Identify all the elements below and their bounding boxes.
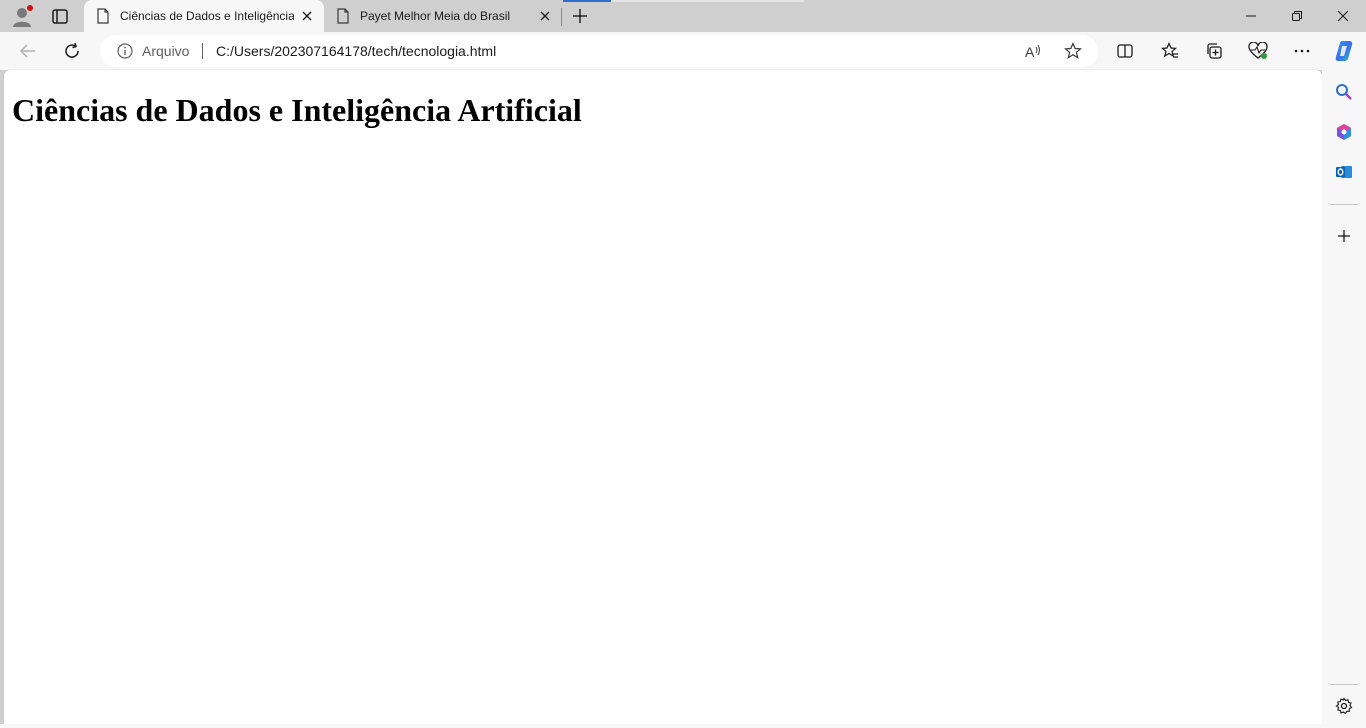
heart-pulse-icon[interactable] <box>1243 36 1273 66</box>
microsoft-365-icon[interactable] <box>1332 120 1356 144</box>
outlook-icon[interactable] <box>1332 160 1356 184</box>
new-tab-button[interactable] <box>566 4 594 28</box>
svg-text:A: A <box>1025 44 1035 60</box>
loading-indicator <box>563 0 611 2</box>
address-bar[interactable]: Arquivo C:/Users/202307164178/tech/tecno… <box>100 35 1098 67</box>
search-icon[interactable] <box>1332 80 1356 104</box>
tab-active[interactable]: Ciências de Dados e Inteligência Artific… <box>84 0 324 32</box>
scheme-label[interactable]: Arquivo <box>142 43 189 59</box>
copilot-icon[interactable] <box>1329 36 1359 66</box>
close-tab-icon[interactable] <box>532 3 558 29</box>
tab-divider <box>561 8 562 26</box>
document-icon <box>96 8 110 24</box>
sidebar-divider <box>1330 684 1358 685</box>
tab-label: Ciências de Dados e Inteligência Artific… <box>120 9 294 23</box>
tab-label: Payet Melhor Meia do Brasil <box>360 9 511 23</box>
collections-icon[interactable] <box>1199 36 1229 66</box>
add-icon[interactable] <box>1332 224 1356 248</box>
edge-sidebar <box>1322 70 1366 728</box>
tab-strip-line <box>611 0 804 2</box>
window-bottom-edge <box>0 724 1322 728</box>
toolbar: Arquivo C:/Users/202307164178/tech/tecno… <box>0 32 1366 70</box>
info-icon[interactable] <box>117 43 133 59</box>
close-window-button[interactable] <box>1320 0 1366 32</box>
tab-inactive[interactable]: Payet Melhor Meia do Brasil <box>324 0 562 32</box>
read-aloud-icon[interactable]: A <box>1023 41 1043 61</box>
minimize-button[interactable] <box>1228 0 1274 32</box>
back-arrow-icon[interactable] <box>13 36 43 66</box>
star-icon[interactable] <box>1063 41 1083 61</box>
split-screen-icon[interactable] <box>1110 36 1140 66</box>
close-tab-icon[interactable] <box>294 3 320 29</box>
page-heading: Ciências de Dados e Inteligência Artific… <box>12 92 582 128</box>
tab-strip: Ciências de Dados e Inteligência Artific… <box>0 0 1366 32</box>
refresh-icon[interactable] <box>57 36 87 66</box>
document-icon <box>336 8 350 24</box>
favorites-icon[interactable] <box>1155 36 1185 66</box>
profile-icon[interactable] <box>10 5 34 29</box>
gear-icon[interactable] <box>1332 694 1356 718</box>
page-content: Ciências de Dados e Inteligência Artific… <box>4 70 1322 724</box>
sidebar-divider <box>1330 204 1358 205</box>
restore-button[interactable] <box>1274 0 1320 32</box>
url-text[interactable]: C:/Users/202307164178/tech/tecnologia.ht… <box>216 43 496 59</box>
tab-actions-icon[interactable] <box>48 6 72 28</box>
more-icon[interactable] <box>1287 36 1317 66</box>
address-divider <box>202 43 203 59</box>
